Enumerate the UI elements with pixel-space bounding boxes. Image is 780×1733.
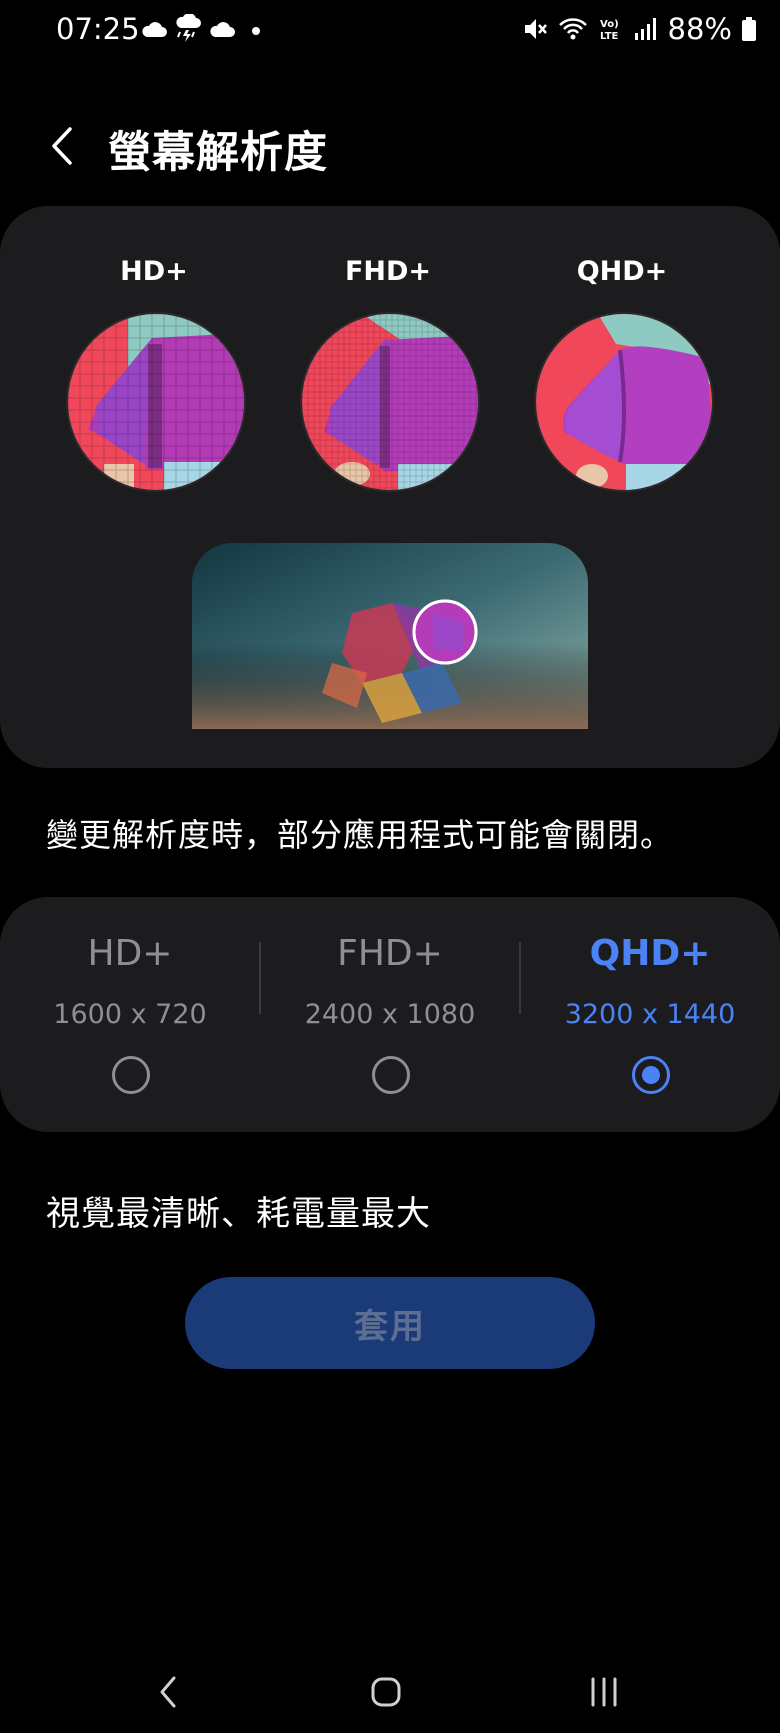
resolution-change-notice: 變更解析度時，部分應用程式可能會關閉。 — [46, 816, 674, 854]
page-title: 螢幕解析度 — [108, 128, 328, 178]
preview-zoom-fhd — [302, 314, 478, 490]
thunderstorm-icon — [176, 14, 201, 42]
cloud-icon — [210, 22, 235, 37]
option-hd[interactable]: HD+ 1600 x 720 — [0, 897, 260, 1132]
option-fhd[interactable]: FHD+ 2400 x 1080 — [260, 897, 520, 1132]
volte-icon: Vo)LTE — [600, 19, 619, 42]
preview-label-fhd: FHD+ — [344, 256, 432, 287]
resolution-preview-card: HD+ FHD+ QHD+ — [0, 206, 780, 768]
resolution-options: HD+ 1600 x 720 FHD+ 2400 x 1080 QHD+ 320… — [0, 897, 780, 1132]
option-fhd-radio[interactable] — [372, 1056, 410, 1094]
mute-icon — [524, 19, 547, 39]
option-hd-name: HD+ — [87, 933, 173, 974]
cloud-icon — [142, 22, 167, 37]
option-hd-radio[interactable] — [112, 1056, 150, 1094]
resolution-description: 視覺最清晰、耗電量最大 — [46, 1194, 431, 1234]
radio-selected-dot — [642, 1066, 660, 1084]
system-icons: Vo) LTE 88% — [522, 12, 756, 46]
nav-back-button[interactable] — [138, 1670, 198, 1714]
preview-zoom-qhd — [536, 314, 712, 490]
wallpaper-preview — [192, 543, 588, 729]
battery-icon — [742, 17, 756, 41]
option-qhd-resolution: 3200 x 1440 — [564, 999, 736, 1030]
home-nav-icon — [371, 1677, 401, 1707]
option-fhd-name: FHD+ — [337, 933, 443, 974]
svg-text:LTE: LTE — [600, 31, 619, 42]
navigation-bar — [0, 1650, 780, 1730]
option-fhd-resolution: 2400 x 1080 — [304, 999, 476, 1030]
battery-percent: 88% — [667, 12, 732, 46]
preview-label-hd: HD+ — [120, 256, 188, 287]
chevron-left-icon — [52, 127, 72, 165]
wifi-icon — [558, 18, 587, 40]
status-time: 07:25 — [56, 12, 140, 46]
nav-recents-button[interactable] — [574, 1670, 634, 1714]
option-hd-resolution: 1600 x 720 — [53, 999, 207, 1030]
option-qhd-radio[interactable] — [632, 1056, 670, 1094]
preview-zoom-hd — [68, 314, 244, 490]
notification-dot — [252, 27, 260, 35]
back-button[interactable] — [40, 120, 84, 172]
back-nav-icon — [160, 1676, 176, 1708]
option-qhd[interactable]: QHD+ 3200 x 1440 — [520, 897, 780, 1132]
status-bar: 07:25 Vo) LTE 88% — [0, 0, 780, 64]
weather-icons — [140, 14, 236, 44]
option-qhd-name: QHD+ — [589, 933, 711, 974]
svg-text:Vo): Vo) — [600, 19, 619, 30]
preview-label-qhd: QHD+ — [576, 256, 668, 287]
recents-nav-icon — [591, 1677, 617, 1707]
nav-home-button[interactable] — [356, 1670, 416, 1714]
signal-icon — [634, 18, 656, 40]
apply-button[interactable]: 套用 — [185, 1277, 595, 1369]
